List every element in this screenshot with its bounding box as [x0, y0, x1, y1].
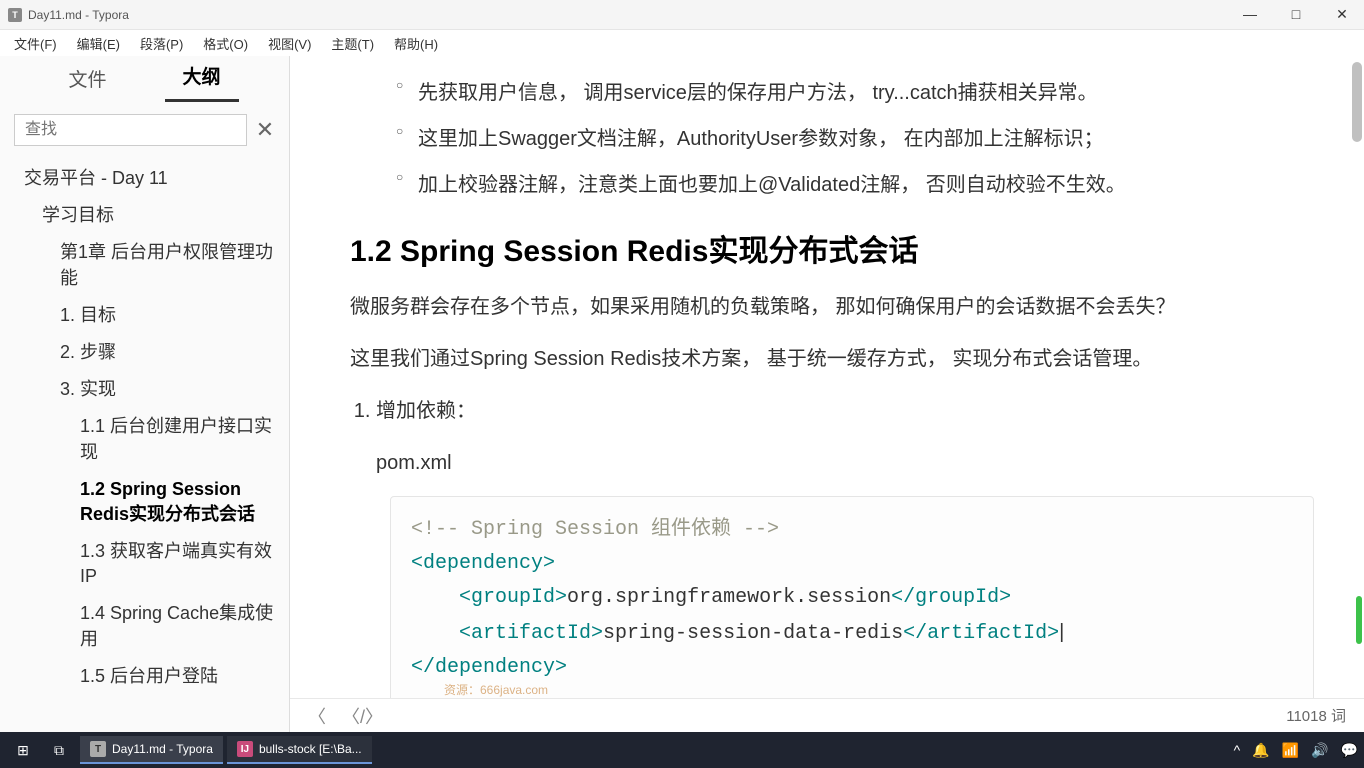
outline-item[interactable]: 3. 实现: [0, 371, 289, 408]
back-icon[interactable]: 〈: [308, 703, 326, 729]
menu-file[interactable]: 文件(F): [6, 32, 65, 55]
tray-network-icon[interactable]: 📶: [1282, 742, 1299, 759]
content-area[interactable]: 先获取用户信息， 调用service层的保存用户方法， try...catch捕…: [290, 56, 1364, 698]
outline-item[interactable]: 1.1 后台创建用户接口实现: [0, 408, 289, 470]
minimize-button[interactable]: —: [1236, 6, 1264, 23]
ordered-item[interactable]: 增加依赖： pom.xml <!-- Spring Session 组件依赖 -…: [376, 392, 1314, 698]
code-mode-icon[interactable]: 〈/〉: [342, 703, 383, 729]
close-button[interactable]: ✕: [1328, 6, 1356, 23]
outline-item[interactable]: 交易平台 - Day 11: [0, 160, 289, 197]
system-tray: ^ 🔔 📶 🔊 💬: [1234, 742, 1358, 759]
tray-volume-icon[interactable]: 🔊: [1311, 742, 1328, 759]
code-comment: 组件依赖: [651, 518, 731, 541]
editor-main: 先获取用户信息， 调用service层的保存用户方法， try...catch捕…: [290, 56, 1364, 732]
bullet-item[interactable]: 这里加上Swagger文档注解，AuthorityUser参数对象， 在内部加上…: [396, 120, 1314, 158]
status-bar: 〈 〈/〉 11018 词: [290, 698, 1364, 732]
code-tag: </dependency>: [411, 656, 567, 679]
outline-item[interactable]: 1.4 Spring Cache集成使用: [0, 595, 289, 657]
menu-edit[interactable]: 编辑(E): [69, 32, 128, 55]
tab-file[interactable]: 文件: [50, 55, 124, 102]
code-comment: -->: [731, 518, 779, 541]
bullet-item[interactable]: 加上校验器注解，注意类上面也要加上@Validated注解， 否则自动校验不生效…: [396, 166, 1314, 204]
window-controls: — □ ✕: [1236, 6, 1356, 23]
scrollbar-thumb[interactable]: [1352, 62, 1362, 142]
outline-item[interactable]: 第1章 后台用户权限管理功能: [0, 234, 289, 296]
bullet-item[interactable]: 先获取用户信息， 调用service层的保存用户方法， try...catch捕…: [396, 74, 1314, 112]
code-tag: <artifactId>: [459, 622, 603, 645]
taskbar: ⊞ ⧉ T Day11.md - Typora IJ bulls-stock […: [0, 732, 1364, 768]
taskbar-label: Day11.md - Typora: [112, 742, 213, 756]
taskbar-item-intellij[interactable]: IJ bulls-stock [E:\Ba...: [227, 736, 372, 764]
section-heading[interactable]: 1.2 Spring Session Redis实现分布式会话: [350, 226, 1314, 270]
code-text: spring-session-data-redis: [603, 622, 903, 645]
pom-filename[interactable]: pom.xml: [376, 444, 1314, 482]
paragraph[interactable]: 微服务群会存在多个节点，如果采用随机的负载策略， 那如何确保用户的会话数据不会丢…: [350, 288, 1314, 326]
outline-item[interactable]: 1. 目标: [0, 297, 289, 334]
search-clear-icon[interactable]: ✕: [255, 117, 275, 143]
menu-help[interactable]: 帮助(H): [386, 32, 446, 55]
tray-notifications-icon[interactable]: 💬: [1341, 742, 1358, 759]
code-comment: <!-- Spring Session: [411, 518, 651, 541]
tab-outline[interactable]: 大纲: [165, 52, 239, 102]
outline-item[interactable]: 1.3 获取客户端真实有效IP: [0, 533, 289, 595]
paragraph[interactable]: 这里我们通过Spring Session Redis技术方案， 基于统一缓存方式…: [350, 340, 1314, 378]
maximize-button[interactable]: □: [1282, 6, 1310, 23]
code-tag: </groupId>: [891, 586, 1011, 609]
scroll-indicator: [1356, 596, 1362, 644]
taskbar-item-typora[interactable]: T Day11.md - Typora: [80, 736, 223, 764]
code-tag: <groupId>: [459, 586, 567, 609]
outline-tree: 交易平台 - Day 11学习目标第1章 后台用户权限管理功能1. 目标2. 步…: [0, 154, 289, 732]
code-tag: </artifactId>: [903, 622, 1059, 645]
menu-theme[interactable]: 主题(T): [323, 32, 382, 55]
word-count[interactable]: 11018 词: [1286, 705, 1346, 726]
menu-view[interactable]: 视图(V): [260, 32, 319, 55]
outline-item[interactable]: 1.2 Spring Session Redis实现分布式会话: [0, 471, 289, 533]
app-icon: T: [8, 8, 22, 22]
code-tag: <dependency>: [411, 552, 555, 575]
outline-item[interactable]: 2. 步骤: [0, 334, 289, 371]
outline-item[interactable]: 学习目标: [0, 197, 289, 234]
search-input[interactable]: [14, 114, 247, 146]
code-block[interactable]: <!-- Spring Session 组件依赖 --> <dependency…: [390, 496, 1314, 698]
code-text: org.springframework.session: [567, 586, 891, 609]
intellij-icon: IJ: [237, 741, 253, 757]
typora-icon: T: [90, 741, 106, 757]
titlebar: T Day11.md - Typora — □ ✕: [0, 0, 1364, 30]
scrollbar-track[interactable]: [1350, 56, 1364, 732]
watermark-text: 资源：666java.com: [444, 681, 548, 698]
outline-item[interactable]: 1.5 后台用户登陆: [0, 658, 289, 695]
task-view-icon[interactable]: ⧉: [42, 736, 76, 764]
tray-chevron-icon[interactable]: ^: [1234, 742, 1241, 758]
window-title: Day11.md - Typora: [28, 8, 129, 22]
taskbar-label: bulls-stock [E:\Ba...: [259, 742, 362, 756]
sidebar: 文件 大纲 ✕ 交易平台 - Day 11学习目标第1章 后台用户权限管理功能1…: [0, 56, 290, 732]
tray-bell-icon[interactable]: 🔔: [1252, 742, 1269, 759]
ol-text: 增加依赖：: [376, 400, 476, 422]
start-button[interactable]: ⊞: [6, 736, 40, 764]
